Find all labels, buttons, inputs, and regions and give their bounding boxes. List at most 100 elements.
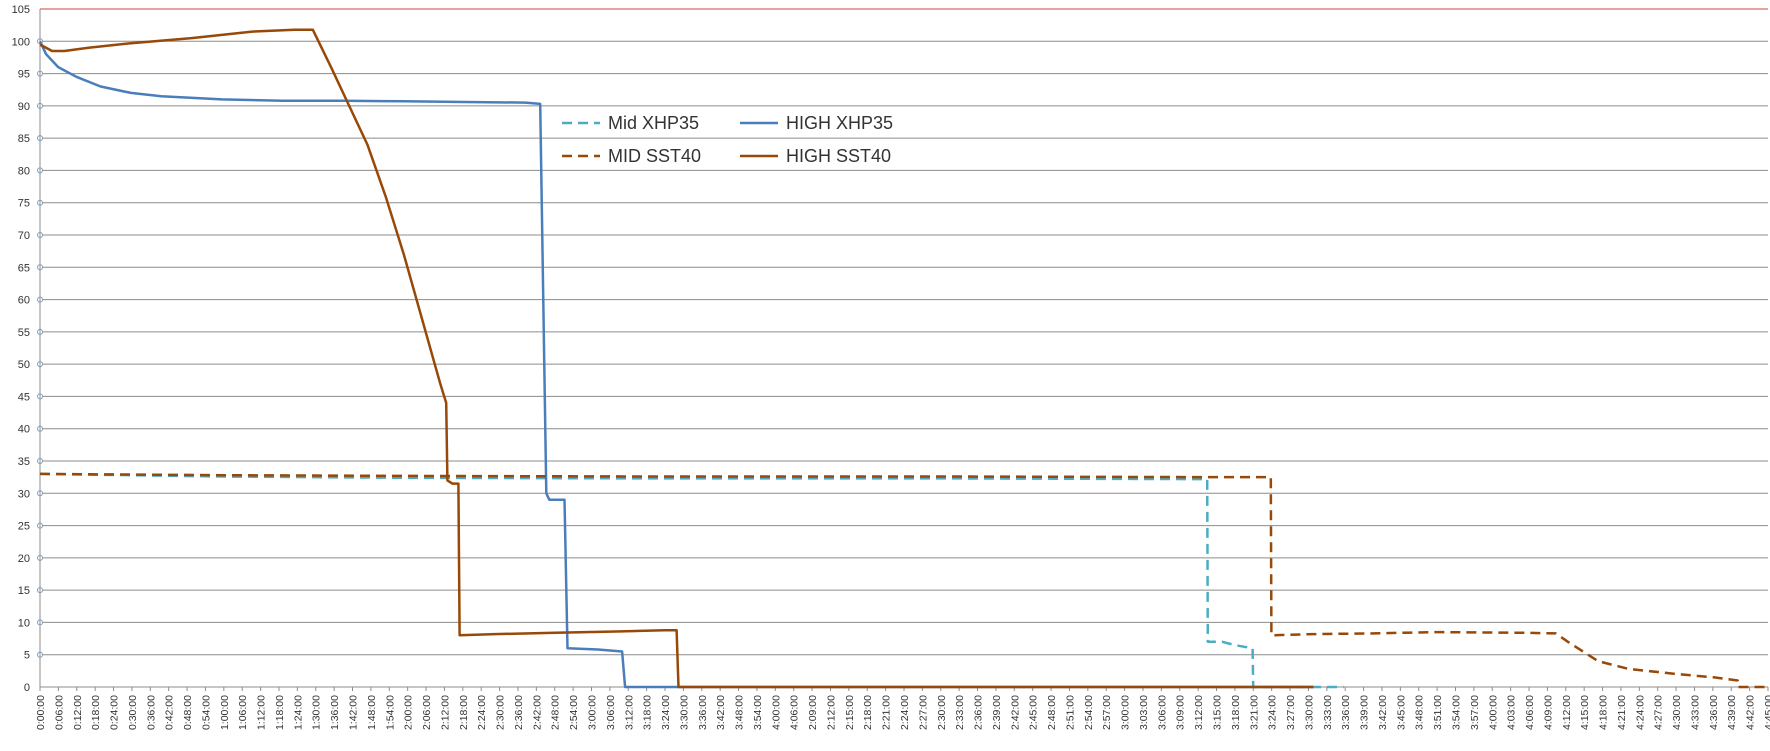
y-tick-label: 20 [18,553,30,565]
y-tick-label: 35 [18,456,30,468]
x-tick-label: 0:06:00 [53,695,65,730]
y-tick-label: 55 [18,327,30,339]
x-tick-label: 2:33:00 [954,695,966,730]
line-chart: 0 5 10 15 20 25 30 35 40 45 50 55 60 65 70 75 80 85 90 95 10… [12,4,1770,730]
x-tick-label: 2:18:00 [862,695,874,730]
x-tick-label: 3:57:00 [1469,695,1481,730]
x-tick-label: 2:21:00 [881,695,893,730]
x-tick-label: 2:30:00 [495,695,507,730]
x-tick-label: 2:12:00 [439,695,451,730]
x-tick-label: 3:42:00 [715,695,727,730]
legend-label: Mid XHP35 [608,113,699,133]
x-tick-label: 3:18:00 [1230,695,1242,730]
x-tick-label: 3:24:00 [660,695,672,730]
x-tick-label: 1:36:00 [329,695,341,730]
x-tick-label: 2:48:00 [1046,695,1058,730]
legend-label: HIGH SST40 [786,146,891,166]
y-tick-label: 80 [18,165,30,177]
x-tick-label: 3:12:00 [1193,695,1205,730]
x-tick-label: 3:42:00 [1377,695,1389,730]
x-tick-label: 3:18:00 [642,695,654,730]
x-tick-label: 3:36:00 [697,695,709,730]
x-tick-label: 1:06:00 [237,695,249,730]
y-tick-label: 15 [18,585,30,597]
x-tick-label: 3:51:00 [1432,695,1444,730]
y-tick-label: 85 [18,133,30,145]
legend-label: HIGH XHP35 [786,113,893,133]
x-tick-label: 1:42:00 [348,695,360,730]
x-tick-label: 2:36:00 [973,695,985,730]
x-tick-label: 2:57:00 [1101,695,1113,730]
x-tick-label: 1:48:00 [366,695,378,730]
grid-lines [37,8,1768,688]
x-tick-label: 4:33:00 [1689,695,1701,730]
x-tick-label: 3:24:00 [1267,695,1279,730]
x-tick-label: 3:48:00 [1414,695,1426,730]
y-tick-labels: 0 5 10 15 20 25 30 35 40 45 50 55 60 65 70 75 80 85 90 95 10… [12,4,30,694]
x-tick-label: 2:06:00 [421,695,433,730]
x-tick-label: 2:51:00 [1064,695,1076,730]
x-tick-label: 3:06:00 [1156,695,1168,730]
x-tick-label: 4:03:00 [1506,695,1518,730]
x-tick-label: 3:09:00 [1175,695,1187,730]
x-tick-label: 4:18:00 [1598,695,1610,730]
y-tick-label: 70 [18,230,30,242]
y-tick-label: 90 [18,101,30,113]
x-tick-label: 4:42:00 [1745,695,1757,730]
x-tick-label: 3:00:00 [1120,695,1132,730]
x-tick-label: 2:00:00 [403,695,415,730]
x-tick-label: 2:42:00 [531,695,543,730]
x-tick-label: 4:09:00 [1542,695,1554,730]
y-tick-label: 100 [12,36,30,48]
x-tick-label: 4:21:00 [1616,695,1628,730]
x-tick-label: 4:30:00 [1671,695,1683,730]
x-tick-label: 2:48:00 [550,695,562,730]
x-tick-label: 1:00:00 [219,695,231,730]
x-tick-label: 3:21:00 [1248,695,1260,730]
x-tick-label: 4:15:00 [1579,695,1591,730]
x-tick-label: 3:33:00 [1322,695,1334,730]
x-tick-label: 1:12:00 [256,695,268,730]
x-tick-label: 3:03:00 [1138,695,1150,730]
x-tick-label: 0:18:00 [90,695,102,730]
x-tick-label: 4:45:00 [1763,695,1770,730]
y-tick-label: 5 [24,650,30,662]
legend-label: MID SST40 [608,146,701,166]
x-tick-label: 0:24:00 [109,695,121,730]
x-tick-label: 2:30:00 [936,695,948,730]
x-tick-label: 2:18:00 [458,695,470,730]
x-tick-label: 2:39:00 [991,695,1003,730]
x-tick-label: 1:54:00 [384,695,396,730]
series-lines [38,28,1768,689]
x-tick-label: 4:27:00 [1653,695,1665,730]
y-tick-label: 10 [18,617,30,629]
x-tick-label: 0:48:00 [182,695,194,730]
chart-container: 0 5 10 15 20 25 30 35 40 45 50 55 60 65 70 75 80 85 90 95 10… [0,0,1770,751]
y-tick-label: 95 [18,69,30,81]
x-tick-label: 1:24:00 [292,695,304,730]
y-tick-label: 25 [18,521,30,533]
x-tick-label: 3:15:00 [1212,695,1224,730]
x-tick-label: 4:39:00 [1726,695,1738,730]
y-tick-label: 45 [18,391,30,403]
x-tick-label: 3:45:00 [1395,695,1407,730]
x-tick-label: 3:54:00 [1450,695,1462,730]
x-tick-label: 2:24:00 [476,695,488,730]
x-tick-label: 0:00:00 [35,695,47,730]
x-tick-label: 0:36:00 [145,695,157,730]
x-tick-label: 0:12:00 [72,695,84,730]
x-tick-label: 2:12:00 [825,695,837,730]
y-tick-label: 30 [18,488,30,500]
x-tick-label: 4:06:00 [1524,695,1536,730]
y-tick-label: 0 [24,682,30,694]
x-tick-label: 3:54:00 [752,695,764,730]
x-tick-label: 1:18:00 [274,695,286,730]
x-tick-label: 3:36:00 [1340,695,1352,730]
x-tick-label: 2:45:00 [1028,695,1040,730]
x-tick-label: 0:54:00 [200,695,212,730]
y-tick-label: 75 [18,198,30,210]
x-tick-label: 2:54:00 [1083,695,1095,730]
y-tick-label: 65 [18,262,30,274]
x-tick-label: 2:42:00 [1009,695,1021,730]
x-tick-label: 3:48:00 [734,695,746,730]
